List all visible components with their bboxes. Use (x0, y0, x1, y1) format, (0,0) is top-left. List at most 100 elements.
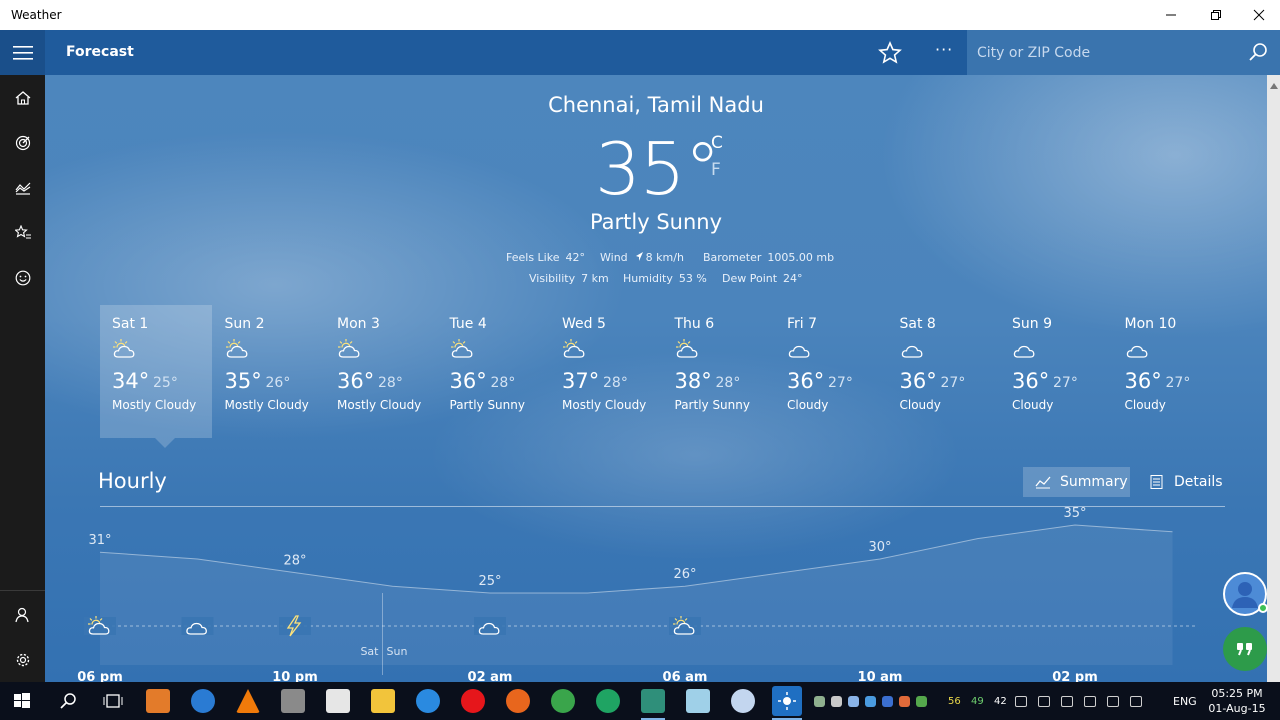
tray-app-icon[interactable] (814, 696, 825, 707)
taskbar-app-store[interactable] (326, 689, 350, 713)
sidebar-item-account[interactable] (0, 592, 45, 637)
taskbar-app-hangouts[interactable] (596, 689, 620, 713)
tray-app-icon[interactable] (899, 696, 910, 707)
close-icon (1253, 9, 1264, 21)
search-icon[interactable] (1248, 42, 1268, 62)
hourly-x-tick-label: 10 pm (272, 670, 317, 682)
search-box (967, 30, 1280, 75)
restore-icon (1210, 10, 1221, 20)
hourly-point-label: 31° (88, 533, 111, 548)
forecast-content: Chennai, Tamil Nadu 35° C F Partly Sunny… (45, 75, 1267, 682)
tray-app-icon[interactable] (831, 696, 842, 707)
hourly-point-label: 25° (478, 574, 501, 589)
page-title: Forecast (66, 44, 134, 60)
sun-icon (778, 692, 796, 710)
sidebar-item-home[interactable] (0, 75, 45, 120)
home-icon (15, 90, 30, 105)
hourly-icon-bg (181, 617, 214, 635)
sidebar-item-settings[interactable] (0, 637, 45, 682)
hourly-x-tick-label: 10 am (858, 670, 903, 682)
task-view-icon (103, 694, 123, 708)
hourly-x-tick-label: 02 am (468, 670, 513, 682)
vertical-scrollbar[interactable] (1267, 75, 1280, 682)
battery-icon[interactable] (1084, 696, 1096, 707)
search-input[interactable] (977, 42, 1237, 64)
hourly-point-label: 28° (283, 554, 306, 569)
hourly-icon-bg (474, 617, 506, 635)
taskbar-app-notes[interactable] (686, 689, 710, 713)
day-split-label: Sat (360, 645, 379, 658)
hourly-x-tick-label: 06 pm (77, 670, 122, 682)
language-indicator[interactable]: ENG (1173, 695, 1197, 708)
person-icon (14, 607, 29, 622)
app-header: Forecast ··· (0, 30, 1280, 75)
hourly-icon-bg (279, 617, 311, 635)
action-center-icon[interactable] (1130, 696, 1142, 707)
scroll-up-arrow-icon[interactable] (1270, 77, 1278, 89)
feedback-button[interactable] (1223, 627, 1267, 671)
tray-app-icon[interactable] (882, 696, 893, 707)
gear-icon (16, 653, 29, 666)
windows-taskbar: 56 49 42 ENG 05:25 PM 01-Aug-15 (0, 682, 1280, 720)
sidebar-item-news[interactable] (0, 255, 45, 300)
sidebar-item-maps[interactable] (0, 120, 45, 165)
hourly-point-label: 26° (673, 567, 696, 582)
tray-number-3: 42 (994, 696, 1007, 707)
sidebar-item-historical[interactable] (0, 165, 45, 210)
taskbar-app-photos[interactable] (641, 689, 665, 713)
taskbar-app-media[interactable] (146, 689, 170, 713)
chart-icon (15, 182, 30, 195)
star-favorite-icon[interactable] (878, 41, 902, 65)
usb-icon[interactable] (1038, 696, 1050, 707)
hamburger-menu-button[interactable] (0, 30, 45, 75)
volume-icon[interactable] (1107, 696, 1119, 707)
tray-number-2: 49 (971, 696, 984, 707)
taskbar-app-chrome[interactable] (551, 689, 575, 713)
taskbar-app-messenger[interactable] (191, 689, 215, 713)
shield-icon[interactable] (1015, 696, 1027, 707)
start-button[interactable] (10, 689, 34, 713)
sidebar-item-places[interactable] (0, 210, 45, 255)
taskbar-app-edge[interactable] (416, 689, 440, 713)
window-titlebar: Weather (0, 0, 1280, 30)
minimize-button[interactable] (1148, 0, 1193, 30)
windows-logo-icon (14, 693, 30, 708)
account-avatar-button[interactable] (1223, 572, 1268, 616)
window-title: Weather (11, 8, 62, 22)
tray-app-icon[interactable] (865, 696, 876, 707)
close-button[interactable] (1236, 0, 1280, 30)
network-icon[interactable] (1061, 696, 1073, 707)
star-list-icon (14, 224, 31, 238)
taskbar-app-explorer[interactable] (371, 689, 395, 713)
hourly-x-tick-label: 02 pm (1052, 670, 1097, 682)
tray-app-icon[interactable] (848, 696, 859, 707)
maximize-button[interactable] (1193, 0, 1238, 30)
nav-sidebar (0, 75, 45, 682)
taskbar-app-weather[interactable] (772, 686, 802, 716)
tray-app-icon[interactable] (916, 696, 927, 707)
hourly-temp-area (100, 525, 1173, 665)
task-view-button[interactable] (101, 689, 125, 713)
taskbar-app-vlc[interactable] (236, 689, 260, 713)
hamburger-icon (12, 45, 33, 60)
quote-icon (1237, 643, 1252, 656)
day-split-label: Sun (387, 645, 408, 658)
taskbar-app-firefox[interactable] (506, 689, 530, 713)
minimize-icon (1165, 14, 1176, 16)
taskbar-app-s[interactable] (281, 689, 305, 713)
clock[interactable]: 05:25 PM 01-Aug-15 (1206, 686, 1268, 716)
more-options-button[interactable]: ··· (935, 40, 953, 59)
hourly-x-tick-label: 06 am (663, 670, 708, 682)
taskbar-search-button[interactable] (56, 689, 80, 713)
taskbar-app-paint[interactable] (731, 689, 755, 713)
smiley-icon (15, 270, 30, 285)
online-status-dot (1258, 603, 1268, 613)
tray-number-1: 56 (948, 696, 961, 707)
taskbar-app-opera[interactable] (461, 689, 485, 713)
clock-time: 05:25 PM (1211, 687, 1263, 700)
clock-date: 01-Aug-15 (1208, 702, 1266, 715)
radar-icon (15, 135, 30, 150)
search-icon (60, 693, 76, 709)
hourly-point-label: 30° (868, 540, 891, 555)
hourly-chart: 31° 28° 25° 26° 30° 35° Sat Sun 06 pm 10 pm 02 am 0… (77, 506, 1198, 682)
